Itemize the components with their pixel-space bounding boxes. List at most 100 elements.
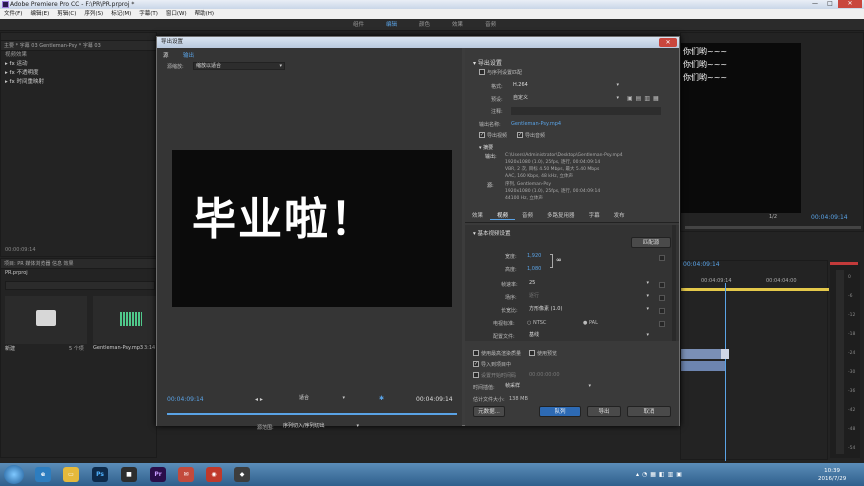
clock[interactable]: 10:39 2016/7/29 (818, 467, 846, 483)
menu-sequence[interactable]: 序列(S) (80, 11, 107, 17)
ntsc-radio[interactable]: ○ NTSC (527, 320, 546, 326)
match-sequence-checkbox[interactable] (479, 69, 485, 75)
format-select[interactable]: H.264 (511, 82, 621, 90)
project-file-name: PR.prproj (5, 270, 28, 276)
queue-button[interactable]: 队列 (539, 406, 581, 417)
work-area-bar[interactable] (681, 288, 829, 291)
workspace-tab-effects[interactable]: 效果 (441, 22, 474, 28)
cancel-button[interactable]: 取消 (627, 406, 671, 417)
player-icon[interactable]: ◉ (206, 467, 222, 482)
clip-selected-edge[interactable] (721, 349, 729, 359)
width-value[interactable]: 1,920 (527, 253, 541, 259)
tab-video[interactable]: 视频 (490, 213, 516, 220)
pal-radio[interactable]: ● PAL (583, 320, 598, 326)
fps-keyframe[interactable] (659, 282, 665, 288)
profile-select[interactable]: 基线 (527, 332, 651, 340)
output-name-link[interactable]: Gentleman-Psy.mp4 (511, 121, 561, 127)
menu-edit[interactable]: 编辑(E) (26, 11, 53, 17)
snap-icon[interactable]: ✱ (379, 395, 384, 402)
bin-count: 5 个项 (69, 346, 84, 352)
tab-audio[interactable]: 音频 (515, 213, 540, 219)
start-button[interactable] (4, 465, 24, 484)
menu-clip[interactable]: 剪辑(C) (53, 11, 80, 17)
premiere-icon[interactable]: Pr (150, 467, 166, 482)
workspace-tab-color[interactable]: 颜色 (408, 22, 441, 28)
app-red-icon[interactable]: ✉ (178, 467, 194, 482)
aspect-select[interactable]: 方形像素 (1.0) (527, 306, 651, 314)
export-audio-checkbox[interactable]: ✓ (517, 132, 523, 138)
import-project-checkbox[interactable]: ✓ (473, 361, 479, 367)
menu-help[interactable]: 帮助(H) (191, 11, 218, 17)
width-keyframe[interactable] (659, 255, 665, 261)
tab-captions[interactable]: 字幕 (582, 213, 607, 219)
tab-publish[interactable]: 发布 (607, 213, 632, 219)
app-dark-icon[interactable]: ◆ (234, 467, 250, 482)
settings-scrollbar[interactable] (672, 225, 676, 341)
workspace-tab-assembly[interactable]: 组件 (342, 22, 375, 28)
height-value[interactable]: 1,080 (527, 266, 541, 272)
project-search-input[interactable] (5, 281, 155, 290)
program-scrub-bar[interactable] (685, 226, 861, 229)
terminal-icon[interactable]: ■ (121, 467, 137, 482)
preset-select[interactable]: 自定义 (511, 95, 621, 103)
interpolation-select[interactable]: 帧采样 (503, 383, 593, 391)
tray-icons[interactable]: ▴◔▦◧▥▣ (636, 471, 685, 478)
minimize-button[interactable]: — (808, 0, 822, 8)
menu-marker[interactable]: 标记(M) (107, 11, 135, 17)
menu-window[interactable]: 窗口(W) (162, 11, 191, 17)
effect-time-remap[interactable]: ▸ fx 时间重映射 (1, 78, 156, 87)
field-order-label: 场序: (505, 295, 517, 301)
effect-controls-tab[interactable]: 主要 * 字幕 03 Gentleman-Psy * 字幕 03 (1, 41, 156, 51)
tab-source[interactable]: 源 (163, 51, 169, 59)
preset-action-icons[interactable]: ▣▤▥▦ (627, 95, 662, 102)
use-preview-checkbox[interactable] (529, 350, 535, 356)
field-order-select[interactable]: 逐行 (527, 293, 651, 301)
video-clip[interactable] (681, 349, 725, 359)
bin-thumbnail[interactable] (5, 296, 87, 344)
photoshop-icon[interactable]: Ps (92, 467, 108, 482)
field-keyframe[interactable] (659, 295, 665, 301)
explorer-icon[interactable]: ▭ (63, 467, 79, 482)
mark-in-out-icons[interactable]: ◂ ▸ (255, 396, 263, 403)
effect-opacity[interactable]: ▸ fx 不透明度 (1, 69, 156, 78)
tab-multiplexer[interactable]: 多路复用器 (540, 213, 582, 219)
start-timecode-value[interactable]: 00:00:00:00 (529, 372, 560, 378)
export-button[interactable]: 导出 (587, 406, 621, 417)
tv-keyframe[interactable] (659, 321, 665, 327)
workspace-tab-editing[interactable]: 编辑 (375, 22, 408, 28)
chain-link-icon[interactable]: ∞ (556, 256, 562, 264)
program-timecode: 00:04:09:14 (811, 214, 848, 221)
tab-output[interactable]: 输出 (183, 51, 194, 59)
project-tabs[interactable]: 项目: PR 媒体浏览器 信息 效果 (1, 259, 156, 269)
summary-header[interactable]: ▾ 摘要 (479, 144, 493, 151)
source-scale-select[interactable]: 缩放以适合 (193, 62, 285, 70)
effect-motion[interactable]: ▸ fx 运动 (1, 60, 156, 69)
frame-rate-select[interactable]: 25 (527, 280, 651, 288)
preview-scrub-bar[interactable] (167, 413, 457, 415)
zoom-level[interactable]: 1/2 (769, 214, 777, 220)
start-timecode-checkbox[interactable] (473, 372, 479, 378)
window-close-button[interactable]: ✕ (838, 0, 862, 8)
dialog-close-button[interactable]: ✕ (659, 38, 677, 47)
audio-clip[interactable] (681, 361, 725, 371)
menu-title[interactable]: 字幕(T) (135, 11, 162, 17)
tab-effects[interactable]: 效果 (465, 213, 490, 219)
workspace-tab-audio[interactable]: 音频 (474, 22, 507, 28)
ie-icon[interactable]: e (35, 467, 51, 482)
export-settings-header[interactable]: ▾ 导出设置 (473, 58, 502, 67)
basic-video-header[interactable]: ▾ 基本视频设置 (473, 229, 511, 237)
menu-file[interactable]: 文件(F) (0, 11, 26, 17)
fit-select[interactable]: 适合 (297, 395, 347, 403)
aspect-keyframe[interactable] (659, 308, 665, 314)
source-range-select[interactable]: 序列切入/序列切出 (281, 423, 361, 431)
summary-output-details: C:\Users\Administrator\Desktop\Gentleman… (505, 153, 623, 179)
export-video-checkbox[interactable]: ✓ (479, 132, 485, 138)
match-source-button[interactable]: 匹配源 (631, 237, 671, 248)
time-ruler-mark-2: 00:04:04:00 (766, 278, 797, 284)
clip-thumbnail[interactable] (93, 296, 157, 344)
max-render-checkbox[interactable] (473, 350, 479, 356)
metadata-button[interactable]: 元数据... (473, 406, 505, 417)
comment-input[interactable] (511, 107, 661, 115)
playhead[interactable] (725, 283, 726, 461)
maximize-button[interactable]: □ (823, 0, 837, 8)
